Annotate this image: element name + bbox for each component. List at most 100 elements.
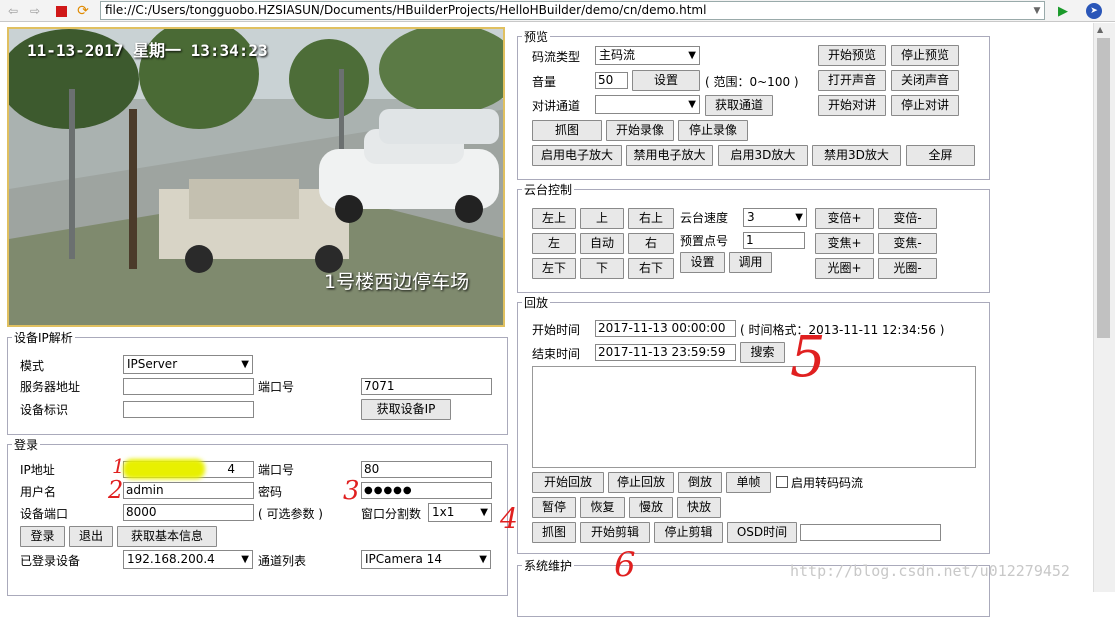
ptz-left-button[interactable]: 左 xyxy=(532,233,576,254)
get-device-ip-button[interactable]: 获取设备IP xyxy=(361,399,451,420)
volume-label: 音量 xyxy=(532,75,557,89)
start-talk-button[interactable]: 开始对讲 xyxy=(818,95,886,116)
logout-button[interactable]: 退出 xyxy=(69,526,113,547)
forward-arrow-icon[interactable]: ⇨ xyxy=(28,4,42,18)
stop-clip-button[interactable]: 停止剪辑 xyxy=(654,522,723,543)
ptz-up-button[interactable]: 上 xyxy=(580,208,624,229)
channel-list-label: 通道列表 xyxy=(258,554,307,568)
volume-set-button[interactable]: 设置 xyxy=(632,70,700,91)
ptz-speed-select[interactable]: 3 ▼ xyxy=(743,208,807,227)
scrollbar-thumb[interactable] xyxy=(1097,38,1110,338)
transcode-label: 启用转码码流 xyxy=(791,476,864,490)
optional-hint: ( 可选参数 ) xyxy=(258,507,323,521)
single-frame-button[interactable]: 单帧 xyxy=(726,472,771,493)
device-port-label: 设备端口 xyxy=(20,507,69,521)
fast-play-button[interactable]: 快放 xyxy=(677,497,721,518)
enable-ezoom-button[interactable]: 启用电子放大 xyxy=(532,145,622,166)
ptz-upleft-button[interactable]: 左上 xyxy=(532,208,576,229)
username-input[interactable]: admin xyxy=(123,482,254,499)
login-port-input[interactable]: 80 xyxy=(361,461,492,478)
pause-button[interactable]: 暂停 xyxy=(532,497,576,518)
stop-icon[interactable] xyxy=(54,4,68,18)
preset-input[interactable]: 1 xyxy=(743,232,805,249)
stop-record-button[interactable]: 停止录像 xyxy=(678,120,748,141)
reverse-play-button[interactable]: 倒放 xyxy=(678,472,722,493)
video-window[interactable]: 11-13-2017 星期一 13:34:23 1号楼西边停车场 xyxy=(7,27,505,327)
chevron-down-icon: ▼ xyxy=(795,212,803,223)
zoom-in-button[interactable]: 变倍+ xyxy=(815,208,874,229)
device-port-input[interactable]: 8000 xyxy=(123,504,254,521)
channel-list-select[interactable]: IPCamera 14 ▼ xyxy=(361,550,491,569)
search-button[interactable]: 搜索 xyxy=(740,342,785,363)
scroll-up-icon[interactable]: ▲ xyxy=(1097,25,1103,34)
refresh-icon[interactable]: ⟳ xyxy=(76,3,90,19)
preset-set-button[interactable]: 设置 xyxy=(680,252,725,273)
focus-in-button[interactable]: 变焦+ xyxy=(815,233,874,254)
server-address-input[interactable] xyxy=(123,378,254,395)
device-id-label: 设备标识 xyxy=(20,403,69,417)
device-ip-legend: 设备IP解析 xyxy=(14,331,73,345)
osd-time-button[interactable]: OSD时间 xyxy=(727,522,797,543)
split-select[interactable]: 1x1 ▼ xyxy=(428,503,492,522)
ptz-right-button[interactable]: 右 xyxy=(628,233,674,254)
stop-talk-button[interactable]: 停止对讲 xyxy=(891,95,959,116)
back-arrow-icon[interactable]: ⇦ xyxy=(6,4,20,18)
volume-input[interactable]: 50 xyxy=(595,72,628,89)
ptz-upright-button[interactable]: 右上 xyxy=(628,208,674,229)
start-playback-button[interactable]: 开始回放 xyxy=(532,472,604,493)
focus-out-button[interactable]: 变焦- xyxy=(878,233,937,254)
disable-3d-zoom-button[interactable]: 禁用3D放大 xyxy=(812,145,901,166)
mode-label: 模式 xyxy=(20,359,45,373)
end-time-input[interactable]: 2017-11-13 23:59:59 xyxy=(595,344,736,361)
zoom-out-button[interactable]: 变倍- xyxy=(878,208,937,229)
disable-ezoom-button[interactable]: 禁用电子放大 xyxy=(626,145,713,166)
transcode-checkbox[interactable] xyxy=(776,476,788,488)
playback-capture-button[interactable]: 抓图 xyxy=(532,522,576,543)
enable-3d-zoom-button[interactable]: 启用3D放大 xyxy=(718,145,808,166)
url-bar[interactable]: file://C:/Users/tongguobo.HZSIASUN/Docum… xyxy=(100,1,1045,20)
stream-type-value: 主码流 xyxy=(599,48,636,62)
close-sound-button[interactable]: 关闭声音 xyxy=(891,70,959,91)
start-preview-button[interactable]: 开始预览 xyxy=(818,45,886,66)
ip-address-value: 4 xyxy=(227,462,235,476)
chevron-down-icon: ▼ xyxy=(241,554,249,565)
volume-range-hint: ( 范围：0~100 ) xyxy=(705,75,799,89)
ptz-downleft-button[interactable]: 左下 xyxy=(532,258,576,279)
play-icon[interactable]: ▶ xyxy=(1056,4,1070,19)
preset-call-button[interactable]: 调用 xyxy=(729,252,772,273)
hbuilder-logo-icon[interactable]: ➤ xyxy=(1086,3,1102,19)
get-basic-info-button[interactable]: 获取基本信息 xyxy=(117,526,217,547)
stop-preview-button[interactable]: 停止预览 xyxy=(891,45,959,66)
stream-type-select[interactable]: 主码流 ▼ xyxy=(595,46,700,65)
start-clip-button[interactable]: 开始剪辑 xyxy=(580,522,650,543)
talk-channel-select[interactable]: ▼ xyxy=(595,95,700,114)
slow-play-button[interactable]: 慢放 xyxy=(629,497,673,518)
channel-list-value: IPCamera 14 xyxy=(365,552,442,566)
get-channel-button[interactable]: 获取通道 xyxy=(705,95,773,116)
osd-time-input[interactable] xyxy=(800,524,941,541)
ptz-downright-button[interactable]: 右下 xyxy=(628,258,674,279)
ip-port-input[interactable]: 7071 xyxy=(361,378,492,395)
split-label: 窗口分割数 xyxy=(361,507,422,521)
chevron-down-icon: ▼ xyxy=(688,50,696,61)
playback-results-list[interactable] xyxy=(532,366,976,468)
iris-in-button[interactable]: 光圈+ xyxy=(815,258,874,279)
start-record-button[interactable]: 开始录像 xyxy=(606,120,674,141)
preview-capture-button[interactable]: 抓图 xyxy=(532,120,602,141)
ptz-down-button[interactable]: 下 xyxy=(580,258,624,279)
open-sound-button[interactable]: 打开声音 xyxy=(818,70,886,91)
mode-select[interactable]: IPServer ▼ xyxy=(123,355,253,374)
ptz-auto-button[interactable]: 自动 xyxy=(580,233,624,254)
fullscreen-button[interactable]: 全屏 xyxy=(906,145,975,166)
device-id-input[interactable] xyxy=(123,401,254,418)
login-port-label: 端口号 xyxy=(258,463,295,477)
start-time-input[interactable]: 2017-11-13 00:00:00 xyxy=(595,320,736,337)
logged-device-select[interactable]: 192.168.200.4 ▼ xyxy=(123,550,253,569)
dropdown-icon[interactable]: ▼ xyxy=(1030,4,1044,18)
ip-label: IP地址 xyxy=(20,463,55,477)
stop-playback-button[interactable]: 停止回放 xyxy=(608,472,674,493)
login-button[interactable]: 登录 xyxy=(20,526,65,547)
resume-button[interactable]: 恢复 xyxy=(580,497,625,518)
password-input[interactable]: ●●●●● xyxy=(361,482,492,499)
iris-out-button[interactable]: 光圈- xyxy=(878,258,937,279)
